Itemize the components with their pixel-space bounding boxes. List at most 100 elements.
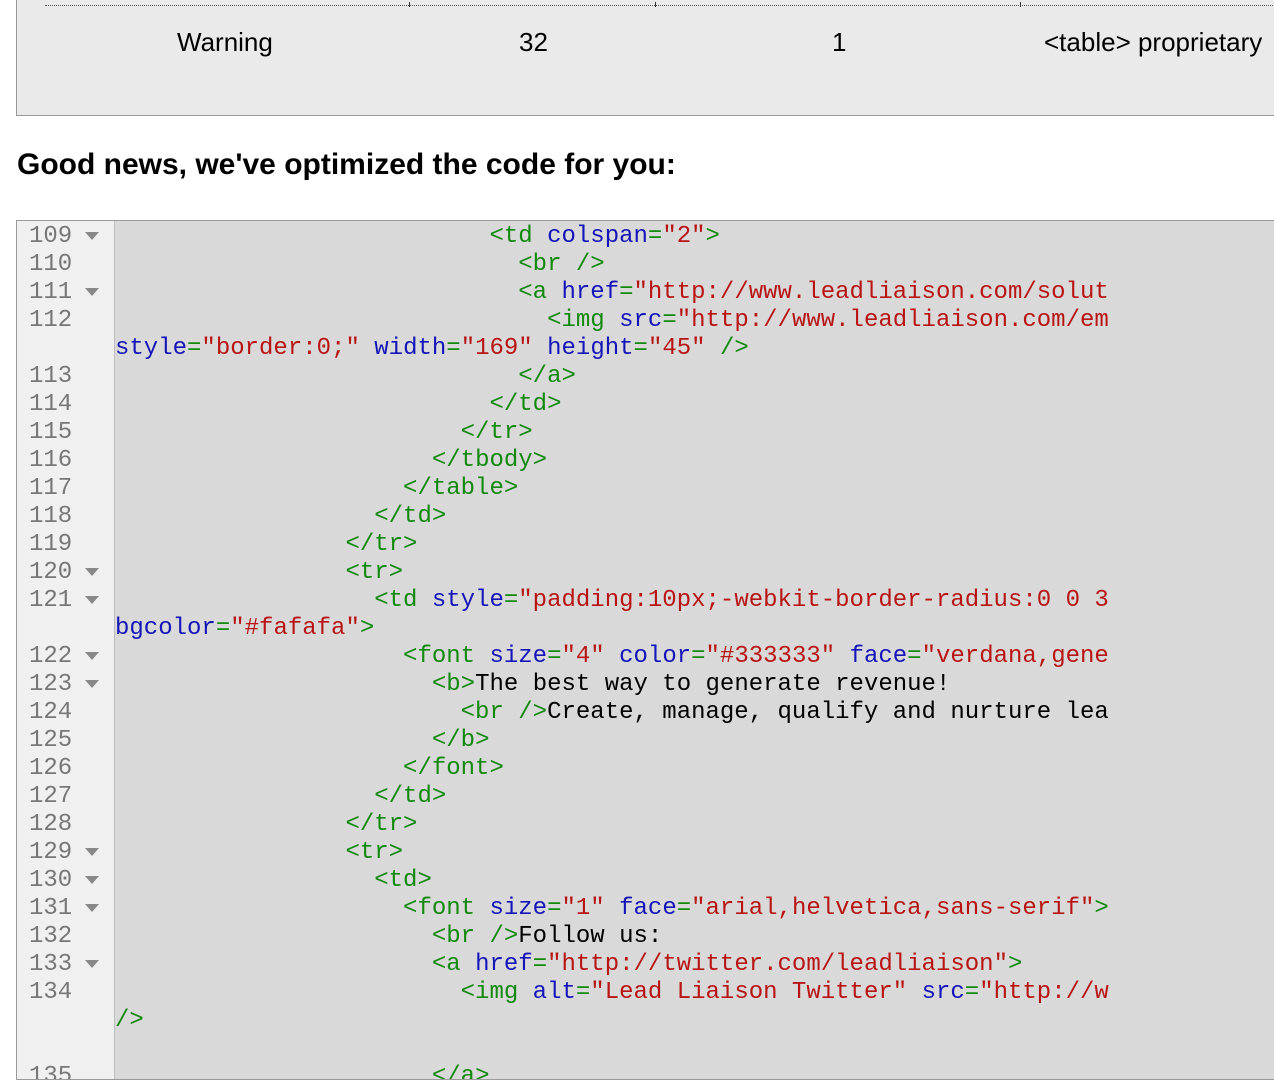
code-token: = <box>215 615 231 642</box>
fold-arrow-icon[interactable] <box>85 959 99 968</box>
code-token: <br /> <box>460 699 548 726</box>
code-text[interactable]: </td> <box>115 391 561 419</box>
line-number-text: 135 <box>29 1063 73 1080</box>
fold-arrow-icon[interactable] <box>85 903 99 912</box>
line-number: 112 <box>17 307 109 335</box>
code-text[interactable]: <tr> <box>115 559 403 587</box>
code-text[interactable]: <td style="padding:10px;-webkit-border-r… <box>115 587 1109 615</box>
code-token: "http://www.leadliaison.com/em <box>676 307 1109 334</box>
line-number-text: 131 <box>29 895 73 922</box>
fold-arrow-icon[interactable] <box>85 231 99 240</box>
line-number-text: 123 <box>29 671 73 698</box>
code-token: </td> <box>374 503 447 530</box>
code-text[interactable]: </td> <box>115 503 446 531</box>
code-token: style <box>431 587 504 614</box>
fold-arrow-icon[interactable] <box>85 847 99 856</box>
code-text[interactable]: <br />Create, manage, qualify and nurtur… <box>115 699 1109 727</box>
line-number <box>17 335 109 363</box>
code-text[interactable]: </tr> <box>115 419 533 447</box>
code-text[interactable]: </b> <box>115 727 490 755</box>
line-number: 113 <box>17 363 109 391</box>
line-number: 124 <box>17 699 109 727</box>
code-token: href <box>561 279 620 306</box>
code-token: The best way to generate revenue! <box>475 671 951 698</box>
line-number-text: 124 <box>29 699 73 726</box>
code-text[interactable]: <a href="http://www.leadliaison.com/solu… <box>115 279 1109 307</box>
code-token: <img <box>547 307 620 334</box>
fold-arrow-icon[interactable] <box>85 875 99 884</box>
code-token: > <box>1094 895 1109 922</box>
line-number-text: 110 <box>29 251 73 278</box>
code-token: </a> <box>518 363 576 390</box>
code-text[interactable]: <tr> <box>115 839 403 867</box>
fold-arrow-icon[interactable] <box>85 567 99 576</box>
code-text[interactable]: </td> <box>115 783 446 811</box>
code-text[interactable]: </tbody> <box>115 447 547 475</box>
code-token: > <box>705 223 720 250</box>
line-number: 133 <box>17 951 109 979</box>
code-text[interactable]: /> <box>115 1007 144 1035</box>
fold-arrow-icon[interactable] <box>85 595 99 604</box>
line-number-text: 116 <box>29 447 73 474</box>
line-number-text: 119 <box>29 531 73 558</box>
result-type: Warning <box>177 27 273 57</box>
code-text[interactable]: bgcolor="#fafafa"> <box>115 615 374 643</box>
column-tick <box>1020 2 1021 7</box>
code-token: size <box>489 643 548 670</box>
code-token: = <box>446 335 461 362</box>
code-text[interactable]: <a href="http://twitter.com/leadliaison"… <box>115 951 1023 979</box>
line-number: 115 <box>17 419 109 447</box>
code-token: <b> <box>431 671 476 698</box>
code-token: "http://twitter.com/leadliaison" <box>547 951 1008 978</box>
fold-arrow-icon[interactable] <box>85 651 99 660</box>
code-text[interactable]: <td> <box>115 867 432 895</box>
code-text[interactable]: </tr> <box>115 531 417 559</box>
result-line: 32 <box>519 27 548 57</box>
fold-arrow-icon[interactable] <box>85 679 99 688</box>
validation-results-panel: Warning 32 1 <table> proprietary <box>16 0 1274 116</box>
code-token: </td> <box>489 391 562 418</box>
line-number <box>17 1035 109 1063</box>
code-text[interactable]: </a> <box>115 363 576 391</box>
fold-arrow-icon[interactable] <box>85 287 99 296</box>
code-token: <img <box>460 979 533 1006</box>
line-number: 110 <box>17 251 109 279</box>
code-token: face <box>619 895 677 922</box>
code-text[interactable]: </table> <box>115 475 518 503</box>
code-text[interactable]: <br /> <box>115 251 604 279</box>
line-number: 121 <box>17 587 109 615</box>
code-token: size <box>489 895 548 922</box>
line-number: 125 <box>17 727 109 755</box>
code-text[interactable]: </font> <box>115 755 504 783</box>
code-token: "1" <box>561 895 605 922</box>
code-token: href <box>475 951 533 978</box>
code-text[interactable]: </tr> <box>115 811 417 839</box>
code-token: </font> <box>403 755 504 782</box>
line-number: 123 <box>17 671 109 699</box>
code-token: </tr> <box>345 811 418 838</box>
code-text[interactable]: <br />Follow us: <box>115 923 662 951</box>
code-text[interactable]: </a> <box>115 1063 490 1079</box>
code-token: "#333333" <box>705 643 836 670</box>
code-token: src <box>921 979 965 1006</box>
code-token: <tr> <box>345 839 404 866</box>
code-text[interactable]: style="border:0;" width="169" height="45… <box>115 335 749 363</box>
code-text[interactable]: <img src="http://www.leadliaison.com/em <box>115 307 1109 335</box>
line-number-text: 130 <box>29 867 73 894</box>
code-token: <tr> <box>345 559 404 586</box>
line-number-text: 114 <box>29 391 73 418</box>
code-text[interactable]: <b>The best way to generate revenue! <box>115 671 951 699</box>
code-text[interactable]: <img alt="Lead Liaison Twitter" src="htt… <box>115 979 1109 1007</box>
code-editor[interactable]: 109 <td colspan="2"> 110 <br /> 111 <a hre… <box>16 220 1274 1080</box>
line-number-text: 121 <box>29 587 73 614</box>
code-token: "2" <box>662 223 706 250</box>
code-text[interactable]: <font size="1" face="arial,helvetica,san… <box>115 895 1109 923</box>
table-row: Warning 32 1 <table> proprietary <box>17 27 1274 63</box>
code-token: </b> <box>431 727 490 754</box>
code-text[interactable]: <td colspan="2"> <box>115 223 720 251</box>
code-text[interactable]: <font size="4" color="#333333" face="ver… <box>115 643 1109 671</box>
code-token: <a <box>518 279 562 306</box>
code-token: "arial,helvetica,sans-serif" <box>691 895 1095 922</box>
